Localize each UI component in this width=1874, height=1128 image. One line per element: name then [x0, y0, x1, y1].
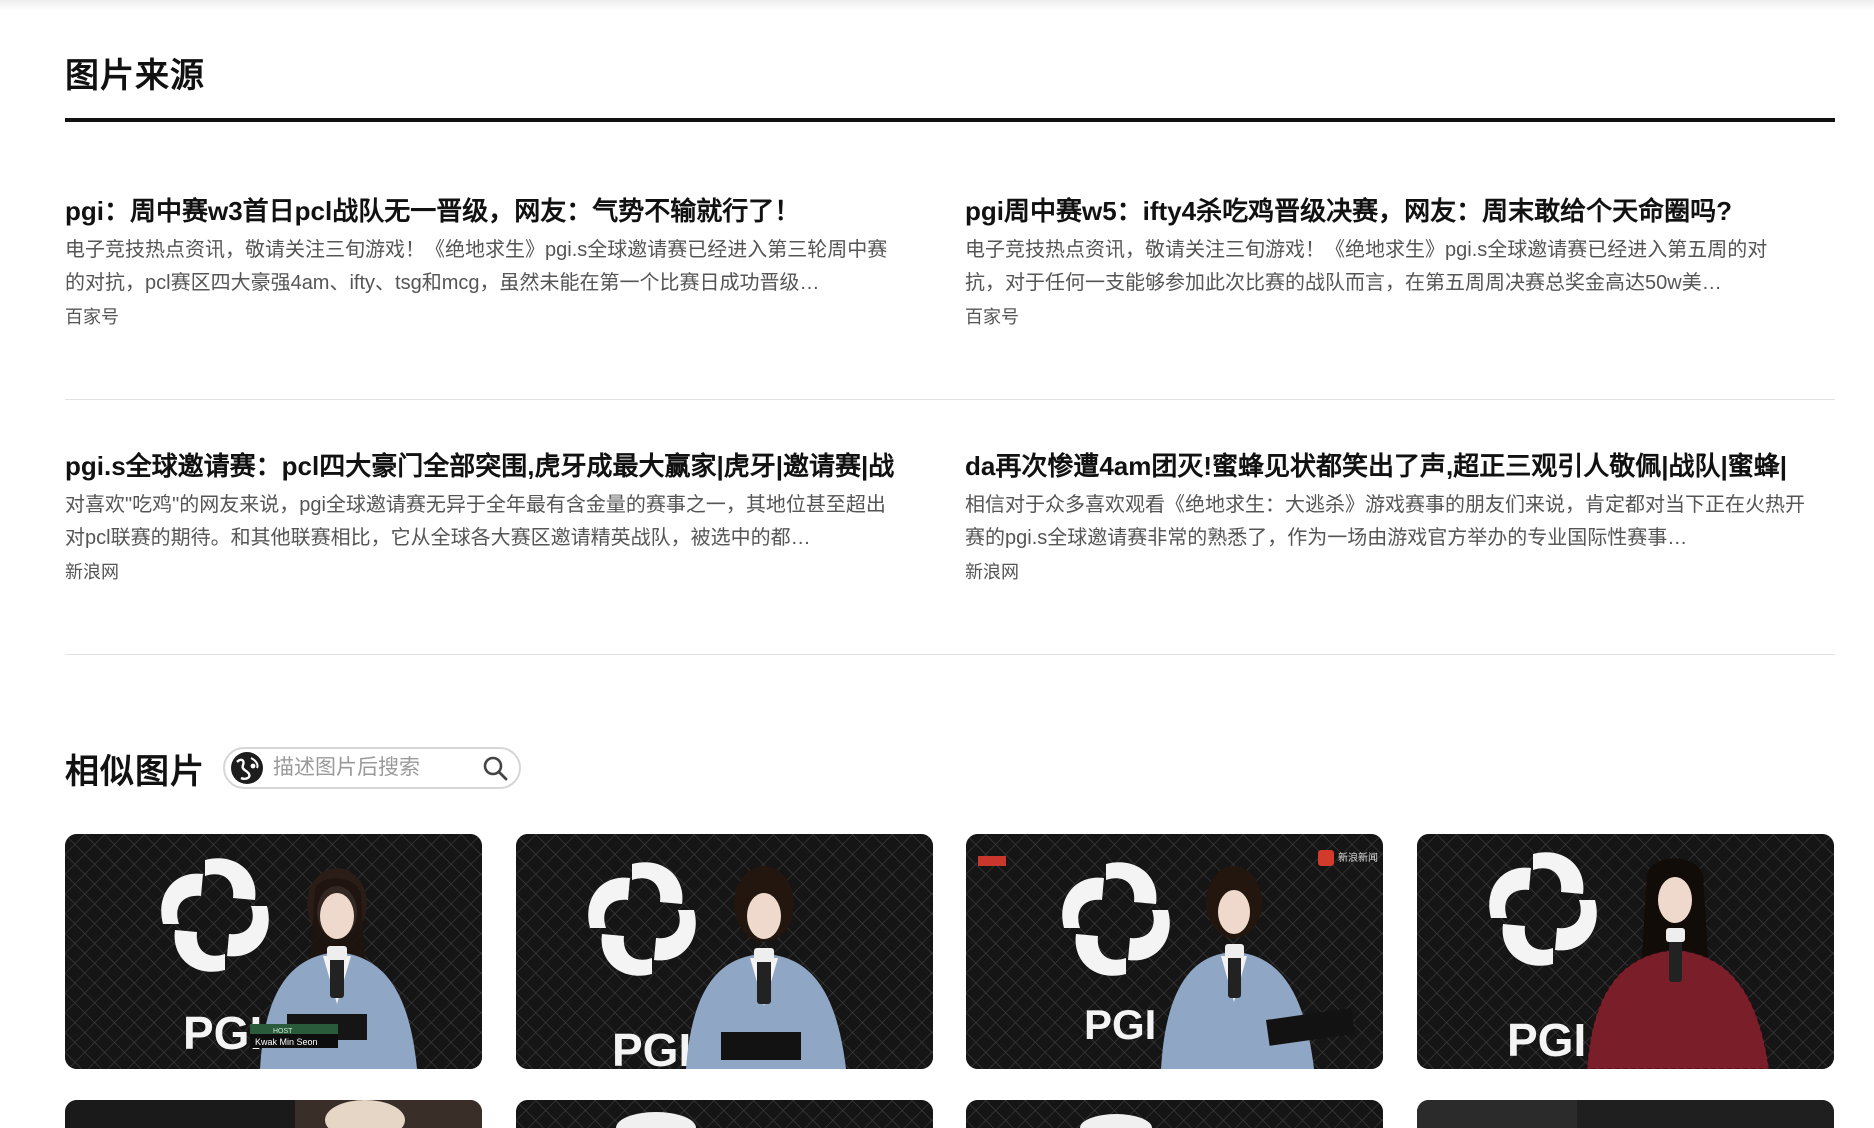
svg-text:PGI: PGI	[612, 1024, 691, 1069]
similar-image-8[interactable]	[1417, 1100, 1834, 1128]
svg-text:PGI: PGI	[1507, 1014, 1586, 1066]
photo	[65, 1100, 482, 1128]
similar-image-1[interactable]: PGI HOST Kwak Min Seon	[65, 834, 482, 1069]
source-article-3[interactable]: pgi.s全球邀请赛：pcl四大豪门全部突围,虎牙成最大赢家|虎牙|邀请赛|战 …	[65, 449, 905, 585]
search-box[interactable]	[223, 747, 521, 789]
host-photo: PGI	[516, 834, 933, 1069]
source-section-title: 图片来源	[65, 57, 205, 95]
article-source: 百家号	[965, 307, 1019, 327]
similar-image-6[interactable]	[516, 1100, 933, 1128]
top-shadow	[0, 0, 1874, 10]
photo	[966, 1100, 1383, 1128]
article-source: 百家号	[65, 307, 119, 327]
article-summary: 对喜欢"吃鸡"的网友来说，pgi全球邀请赛无异于全年最有含金量的赛事之一，其地位…	[65, 494, 886, 549]
article-title[interactable]: da再次惨遭4am团灭!蜜蜂见状都笑出了声,超正三观引人敬佩|战队|蜜蜂|	[965, 449, 1805, 483]
search-icon[interactable]	[481, 754, 509, 782]
host-photo: 新浪新闻 PGI	[966, 834, 1383, 1069]
svg-text:新浪新闻: 新浪新闻	[1338, 851, 1378, 864]
similar-image-2[interactable]: PGI	[516, 834, 933, 1069]
svg-text:HOST: HOST	[273, 1028, 293, 1035]
similar-image-7[interactable]	[966, 1100, 1383, 1128]
similar-section-title: 相似图片	[65, 752, 205, 791]
photo	[516, 1100, 933, 1128]
article-title[interactable]: pgi.s全球邀请赛：pcl四大豪门全部突围,虎牙成最大赢家|虎牙|邀请赛|战	[65, 449, 905, 483]
host-photo: PGI	[1417, 834, 1834, 1069]
photo	[1417, 1100, 1834, 1128]
article-source: 新浪网	[965, 562, 1019, 582]
source-article-1[interactable]: pgi：周中赛w3首日pcl战队无一晋级，网友：气势不输就行了！ 电子竞技热点资…	[65, 194, 905, 330]
source-article-2[interactable]: pgi周中赛w5：ifty4杀吃鸡晋级决赛，网友：周末敢给个天命圈吗? 电子竞技…	[965, 194, 1805, 330]
host-photo: PGI HOST Kwak Min Seon	[65, 834, 482, 1069]
similar-image-4[interactable]: PGI	[1417, 834, 1834, 1069]
similar-image-3[interactable]: 新浪新闻 PGI	[966, 834, 1383, 1069]
article-title[interactable]: pgi：周中赛w3首日pcl战队无一晋级，网友：气势不输就行了！	[65, 194, 905, 228]
article-source: 新浪网	[65, 562, 119, 582]
article-title[interactable]: pgi周中赛w5：ifty4杀吃鸡晋级决赛，网友：周末敢给个天命圈吗?	[965, 194, 1805, 228]
source-article-4[interactable]: da再次惨遭4am团灭!蜜蜂见状都笑出了声,超正三观引人敬佩|战队|蜜蜂| 相信…	[965, 449, 1805, 585]
similar-image-5[interactable]	[65, 1100, 482, 1128]
title-rule	[65, 118, 1835, 122]
svg-text:Kwak Min Seon: Kwak Min Seon	[255, 1037, 318, 1047]
similar-header: 相似图片	[65, 743, 521, 793]
article-summary: 电子竞技热点资讯，敬请关注三旬游戏！《绝地求生》pgi.s全球邀请赛已经进入第三…	[65, 239, 888, 294]
svg-text:PGI: PGI	[1084, 1001, 1156, 1048]
search-input[interactable]	[271, 755, 481, 781]
globe-icon	[231, 752, 263, 784]
article-summary: 相信对于众多喜欢观看《绝地求生：大逃杀》游戏赛事的朋友们来说，肯定都对当下正在火…	[965, 494, 1805, 549]
divider	[65, 399, 1835, 400]
article-summary: 电子竞技热点资讯，敬请关注三旬游戏！《绝地求生》pgi.s全球邀请赛已经进入第五…	[965, 239, 1768, 294]
divider	[65, 654, 1835, 655]
